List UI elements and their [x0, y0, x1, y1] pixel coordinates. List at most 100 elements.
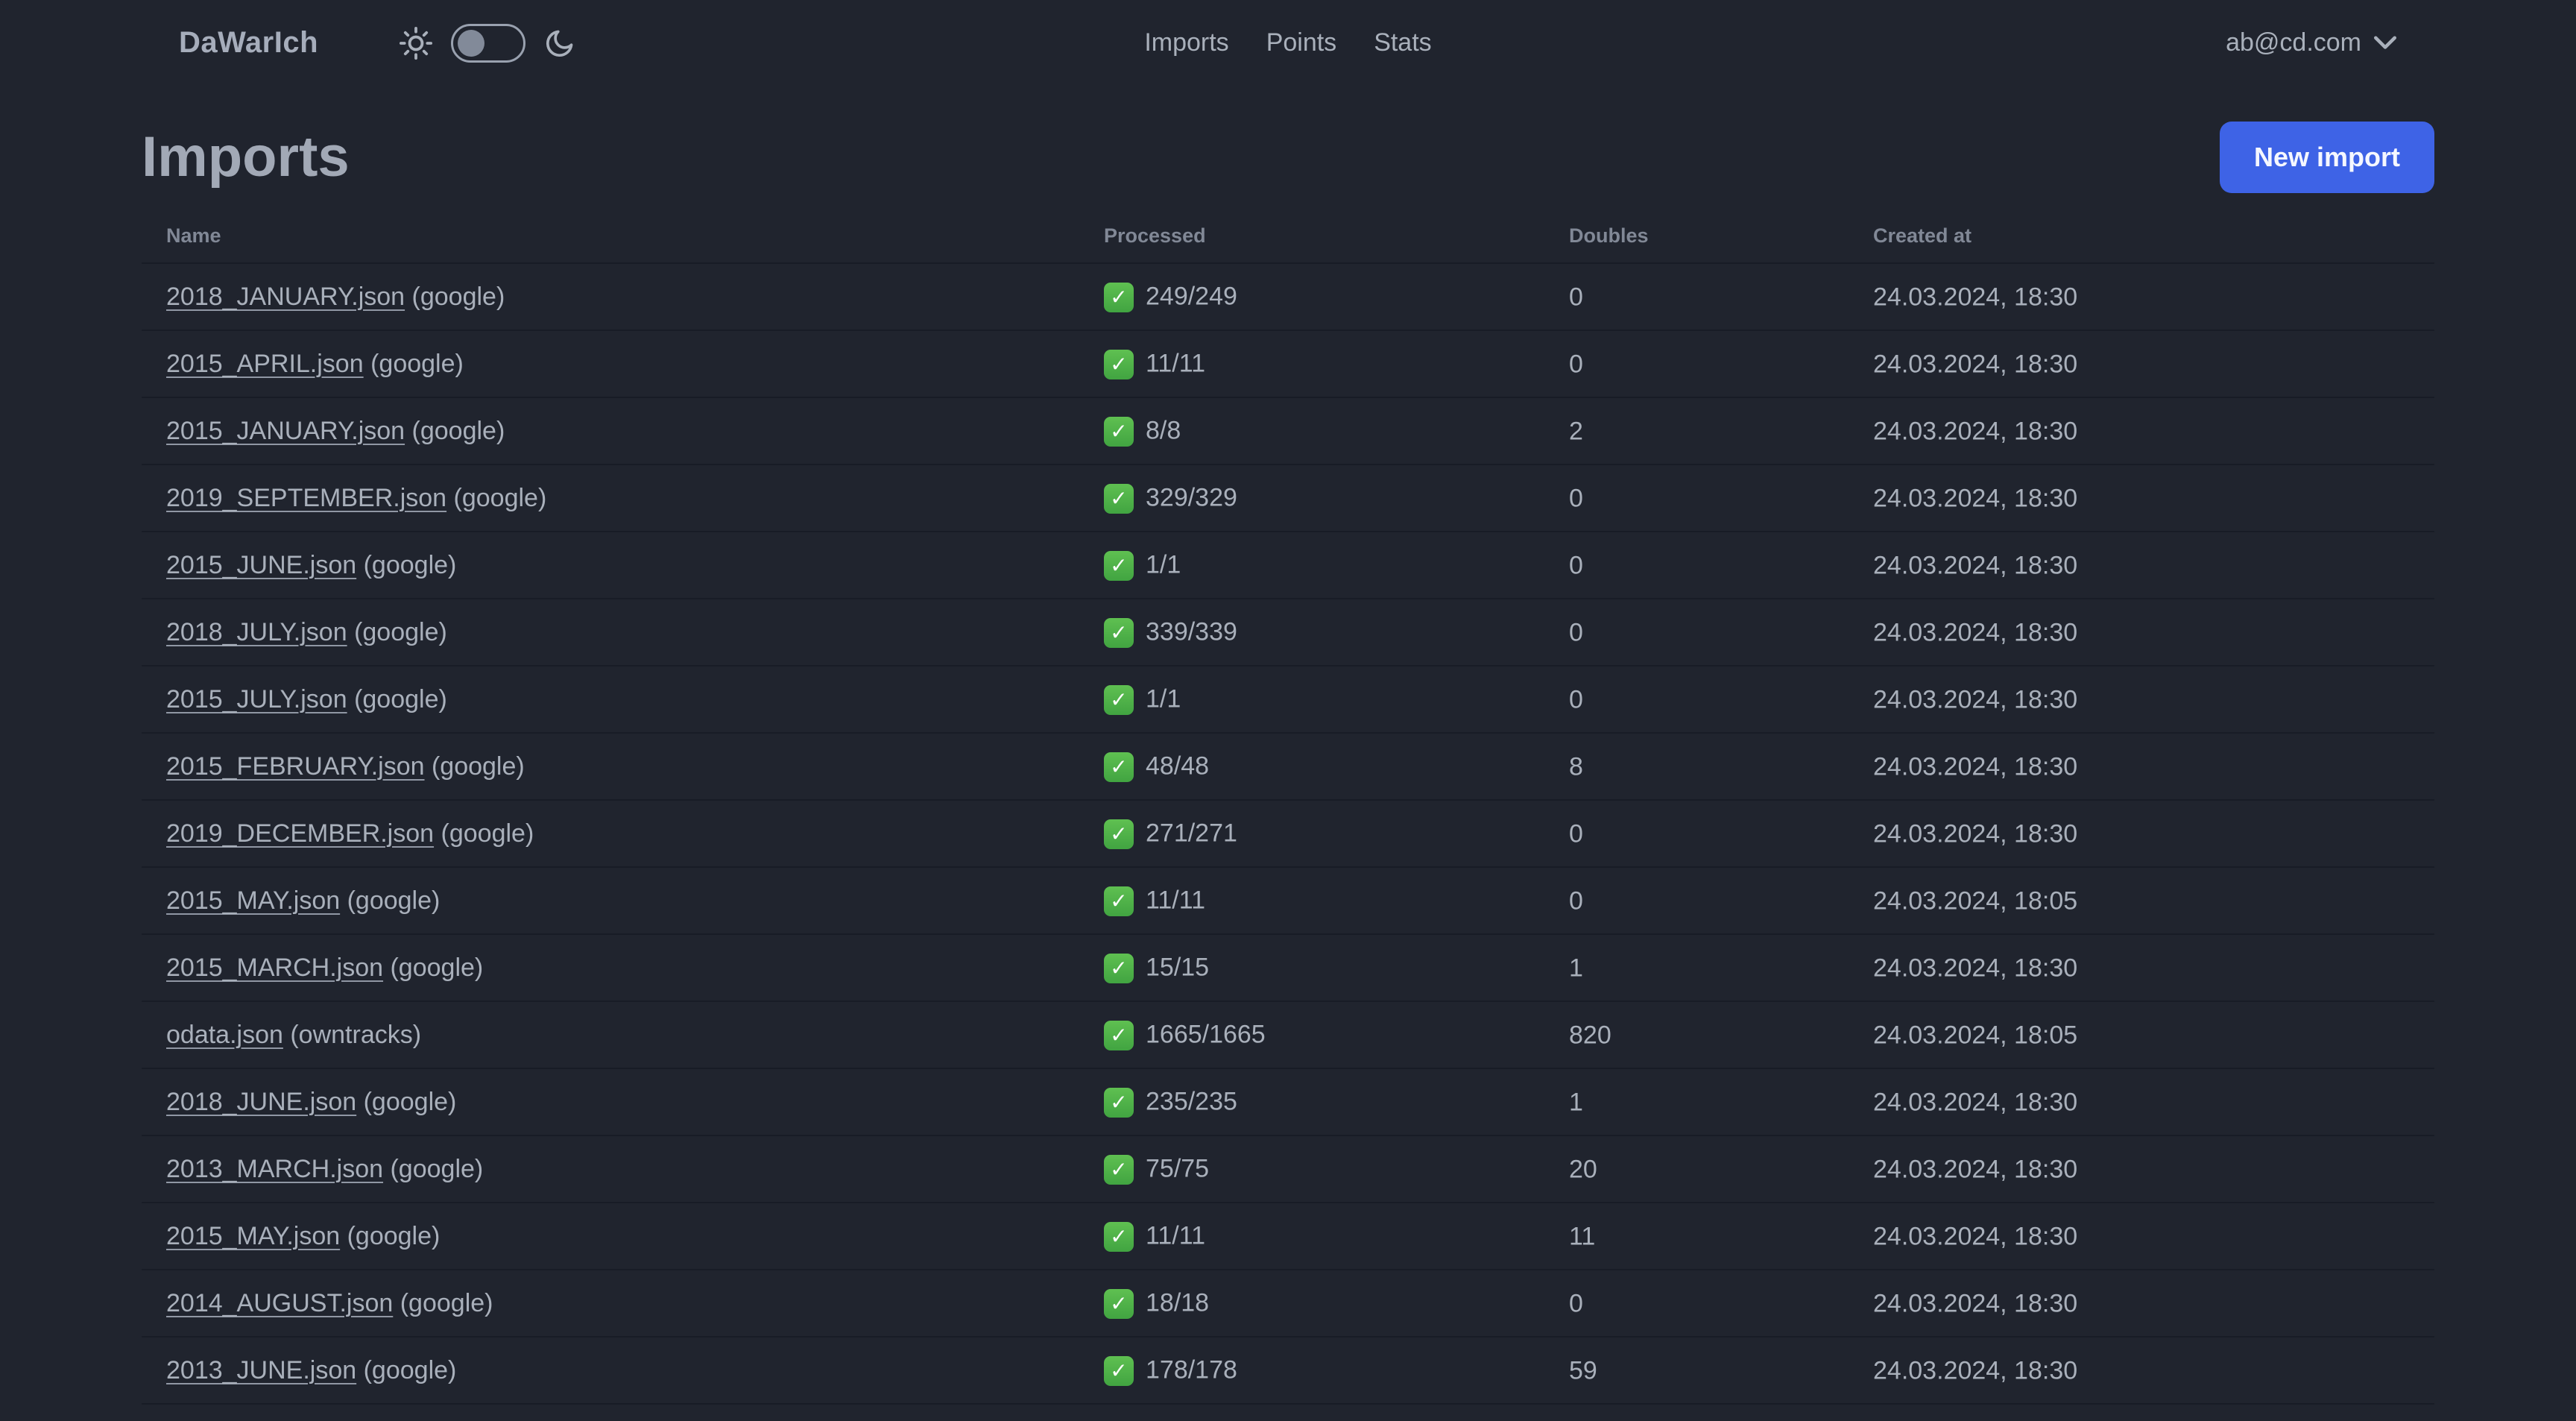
processed-count: 235/235	[1146, 1088, 1237, 1116]
doubles-count: 11	[1569, 1222, 1596, 1251]
app-logo[interactable]: DaWarIch	[179, 26, 318, 60]
check-icon	[1104, 416, 1134, 447]
processed-count: 15/15	[1146, 954, 1210, 982]
created-at-value: 24.03.2024, 18:30	[1873, 551, 2078, 580]
doubles-cell: 0	[1544, 1270, 1849, 1337]
nav-link-stats[interactable]: Stats	[1374, 28, 1431, 57]
import-file-link[interactable]: 2018_JULY.json	[166, 618, 347, 646]
table-row: 2015_MAY.json (google) 11/11 0 24.03.202…	[142, 867, 2434, 935]
created-at-cell: 24.03.2024, 18:30	[1849, 1337, 2434, 1405]
doubles-cell: 1	[1544, 934, 1849, 1002]
import-file-link[interactable]: 2015_MARCH.json	[166, 954, 383, 982]
import-file-link[interactable]: 2013_JUNE.json	[166, 1356, 356, 1384]
import-source: (google)	[411, 282, 505, 311]
navbar: DaWarIch Imports Points Stats ab@cd.com	[0, 0, 2576, 86]
import-file-link[interactable]: 2018_JANUARY.json	[166, 283, 405, 311]
import-file-link[interactable]: 2015_JUNE.json	[166, 551, 356, 579]
imports-table: Name Processed Doubles Created at 2018_J…	[142, 212, 2434, 1421]
created-at-value: 24.03.2024, 18:05	[1873, 886, 2078, 916]
doubles-count: 0	[1569, 484, 1583, 513]
check-icon	[1104, 617, 1134, 648]
check-icon	[1104, 953, 1134, 983]
import-file-link[interactable]: 2018_JUNE.json	[166, 1088, 356, 1116]
check-icon	[1104, 483, 1134, 514]
created-at-value: 24.03.2024, 18:30	[1873, 752, 2078, 781]
user-email: ab@cd.com	[2226, 28, 2361, 57]
new-import-button[interactable]: New import	[2219, 122, 2434, 193]
import-file-link[interactable]: 2015_MAY.json	[166, 886, 340, 915]
import-source: (google)	[400, 1288, 493, 1317]
import-file-link[interactable]: 2015_FEBRUARY.json	[166, 752, 425, 781]
chevron-down-icon	[2373, 35, 2396, 49]
processed-cell: 48/48	[1079, 733, 1544, 801]
import-file-link[interactable]: 2015_JULY.json	[166, 685, 347, 713]
check-icon	[1104, 1355, 1134, 1386]
import-source: (google)	[453, 483, 547, 512]
check-icon	[1104, 282, 1134, 312]
name-cell: 2015_MAY.json (google)	[142, 867, 1079, 935]
created-at-cell: 24.03.2024, 18:30	[1849, 599, 2434, 667]
import-source: (owntracks)	[290, 1020, 422, 1049]
import-source: (google)	[390, 953, 484, 982]
name-cell: 2019_SEPTEMBER.json (google)	[142, 464, 1079, 532]
import-source: (google)	[347, 886, 441, 915]
doubles-cell: 1	[1544, 1068, 1849, 1136]
created-at-value: 24.03.2024, 18:30	[1873, 1155, 2078, 1184]
table-header: Name Processed Doubles Created at	[142, 212, 2434, 264]
column-header-processed: Processed	[1079, 212, 1544, 264]
table-row: 2015_FEBRUARY.json (google) 48/48 8 24.0…	[142, 733, 2434, 801]
import-file-link[interactable]: 2019_SEPTEMBER.json	[166, 484, 446, 512]
check-icon	[1104, 349, 1134, 379]
theme-toggle-switch[interactable]	[451, 23, 526, 63]
created-at-value: 24.03.2024, 18:30	[1873, 1222, 2078, 1251]
created-at-cell: 24.03.2024, 18:30	[1849, 1135, 2434, 1203]
doubles-cell: 0	[1544, 800, 1849, 868]
processed-count: 8/8	[1146, 417, 1181, 445]
name-cell: 2018_JUNE.json (google)	[142, 1068, 1079, 1136]
import-source: (google)	[354, 684, 447, 713]
import-file-link[interactable]: 2013_MARCH.json	[166, 1155, 383, 1183]
created-at-cell: 24.03.2024, 18:30	[1849, 397, 2434, 465]
column-header-created-at: Created at	[1849, 212, 2434, 264]
nav-link-imports[interactable]: Imports	[1144, 28, 1228, 57]
processed-cell: 178/178	[1079, 1337, 1544, 1405]
doubles-count: 8	[1569, 752, 1583, 781]
import-file-link[interactable]: 2015_MAY.json	[166, 1222, 340, 1250]
import-source: (google)	[441, 819, 534, 848]
created-at-value: 24.03.2024, 18:30	[1873, 350, 2078, 379]
created-at-value: 24.03.2024, 18:30	[1873, 618, 2078, 647]
processed-cell: 235/235	[1079, 1068, 1544, 1136]
name-cell: odata.json (owntracks)	[142, 1001, 1079, 1069]
user-menu[interactable]: ab@cd.com	[2226, 28, 2397, 57]
created-at-value: 24.03.2024, 18:30	[1873, 417, 2078, 446]
table-row: 2018_JANUARY.json (google) 249/249 0 24.…	[142, 263, 2434, 331]
import-file-link[interactable]: 2019_DECEMBER.json	[166, 819, 434, 848]
import-file-link[interactable]: 2014_AUGUST.json	[166, 1289, 393, 1317]
created-at-cell: 24.03.2024, 18:30	[1849, 330, 2434, 398]
doubles-count: 820	[1569, 1021, 1611, 1050]
table-row: 2019_DECEMBER.json (google) 271/271 0 24…	[142, 800, 2434, 868]
check-icon	[1104, 886, 1134, 916]
processed-cell: 11/11	[1079, 1203, 1544, 1270]
import-file-link[interactable]: 2015_APRIL.json	[166, 350, 364, 378]
name-cell: 2018_JULY.json (google)	[142, 599, 1079, 667]
import-file-link[interactable]: 2015_JANUARY.json	[166, 417, 405, 445]
doubles-count: 20	[1569, 1155, 1597, 1184]
created-at-value: 24.03.2024, 18:30	[1873, 1088, 2078, 1117]
table-row: 2015_JUNE.json (google) 1/1 0 24.03.2024…	[142, 532, 2434, 599]
name-cell	[142, 1404, 1079, 1421]
name-cell: 2018_JANUARY.json (google)	[142, 263, 1079, 331]
import-source: (google)	[354, 617, 447, 646]
table-row: 2018_JUNE.json (google) 235/235 1 24.03.…	[142, 1068, 2434, 1136]
processed-cell: 1665/1665	[1079, 1001, 1544, 1069]
table-row: 2015_JULY.json (google) 1/1 0 24.03.2024…	[142, 666, 2434, 734]
import-file-link[interactable]: odata.json	[166, 1021, 283, 1049]
column-header-name: Name	[142, 212, 1079, 264]
processed-count: 18/18	[1146, 1289, 1210, 1317]
processed-count: 1/1	[1146, 551, 1181, 579]
processed-cell	[1079, 1404, 1544, 1421]
doubles-count: 59	[1569, 1356, 1597, 1385]
nav-link-points[interactable]: Points	[1266, 28, 1337, 57]
doubles-count: 0	[1569, 551, 1583, 580]
doubles-count: 0	[1569, 685, 1583, 714]
